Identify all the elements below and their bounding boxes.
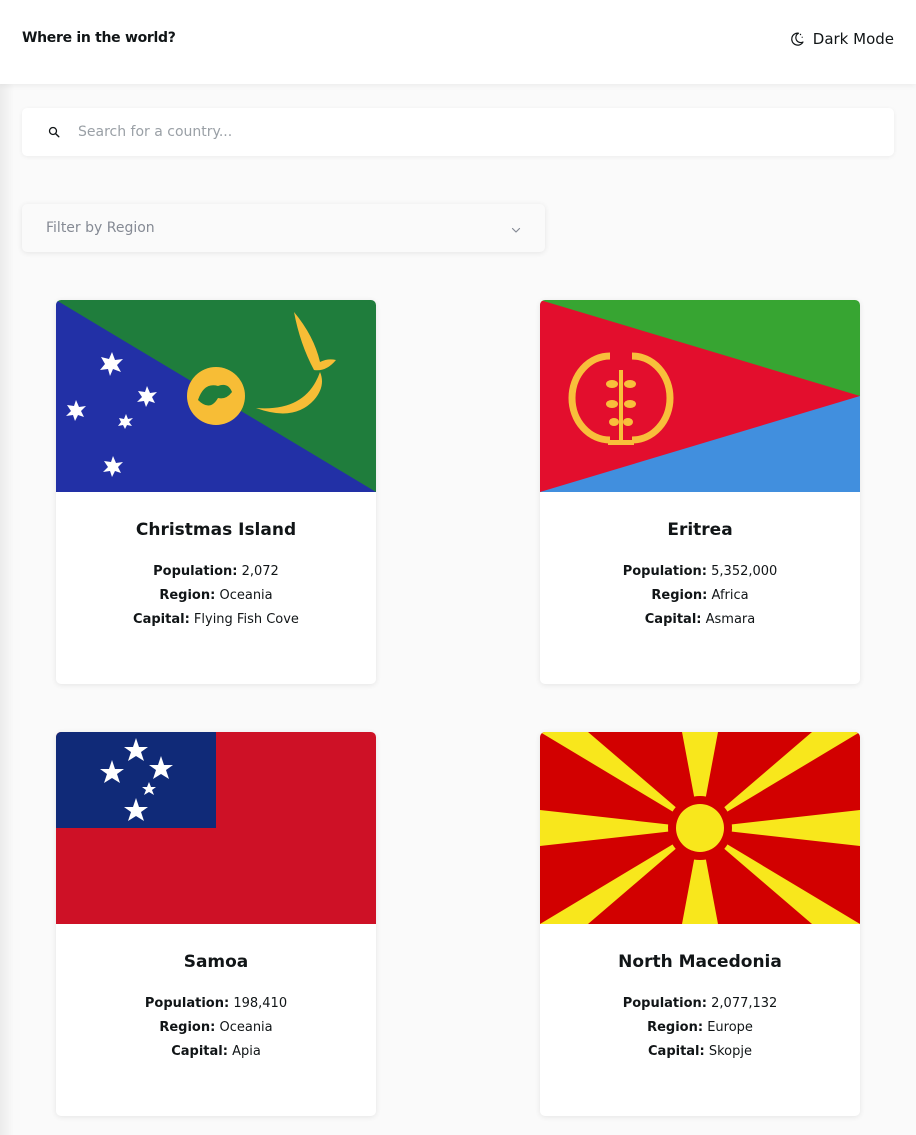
search-icon xyxy=(48,125,62,139)
country-details: Population: 5,352,000 Region: Africa Cap… xyxy=(540,560,860,632)
region-row: Region: Oceania xyxy=(56,1016,376,1040)
moon-icon xyxy=(789,31,805,47)
population-value: 5,352,000 xyxy=(711,564,778,579)
capital-row: Capital: Flying Fish Cove xyxy=(56,608,376,632)
country-details: Population: 198,410 Region: Oceania Capi… xyxy=(56,992,376,1064)
region-filter-dropdown[interactable]: Filter by Region xyxy=(22,204,545,252)
population-row: Population: 2,077,132 xyxy=(540,992,860,1016)
country-name: Christmas Island xyxy=(135,520,297,540)
search-bar[interactable] xyxy=(22,108,894,156)
country-card[interactable]: Christmas Island Population: 2,072 Regio… xyxy=(56,300,376,684)
region-label: Region: xyxy=(651,588,708,603)
region-value: Europe xyxy=(707,1020,753,1035)
chevron-down-icon xyxy=(511,219,521,238)
christmas-island-flag xyxy=(56,300,376,492)
country-details: Population: 2,072 Region: Oceania Capita… xyxy=(56,560,376,632)
region-value: Oceania xyxy=(219,588,273,603)
app-header: Where in the world? Dark Mode xyxy=(0,0,916,84)
population-label: Population: xyxy=(153,564,238,579)
population-value: 198,410 xyxy=(233,996,288,1011)
capital-row: Capital: Skopje xyxy=(540,1040,860,1064)
samoa-flag xyxy=(56,732,376,924)
page-title: Where in the world? xyxy=(22,30,176,46)
region-filter-label: Filter by Region xyxy=(46,220,155,236)
country-name: Eritrea xyxy=(667,520,733,540)
search-input[interactable] xyxy=(78,112,838,152)
population-label: Population: xyxy=(622,996,707,1011)
population-value: 2,072 xyxy=(241,564,279,579)
capital-label: Capital: xyxy=(133,612,190,627)
capital-value: Asmara xyxy=(705,612,756,627)
country-card[interactable]: North Macedonia Population: 2,077,132 Re… xyxy=(540,732,860,1116)
capital-row: Capital: Apia xyxy=(56,1040,376,1064)
country-card[interactable]: Eritrea Population: 5,352,000 Region: Af… xyxy=(540,300,860,684)
population-row: Population: 2,072 xyxy=(56,560,376,584)
capital-value: Skopje xyxy=(708,1044,752,1059)
capital-label: Capital: xyxy=(648,1044,705,1059)
capital-value: Apia xyxy=(232,1044,261,1059)
region-row: Region: Europe xyxy=(540,1016,860,1040)
capital-value: Flying Fish Cove xyxy=(193,612,299,627)
capital-row: Capital: Asmara xyxy=(540,608,860,632)
region-row: Region: Oceania xyxy=(56,584,376,608)
page-edge-shadow xyxy=(0,84,14,1135)
region-value: Africa xyxy=(711,588,749,603)
population-value: 2,077,132 xyxy=(711,996,778,1011)
population-row: Population: 5,352,000 xyxy=(540,560,860,584)
country-card[interactable]: Samoa Population: 198,410 Region: Oceani… xyxy=(56,732,376,1116)
country-name: Samoa xyxy=(183,952,249,972)
region-row: Region: Africa xyxy=(540,584,860,608)
population-row: Population: 198,410 xyxy=(56,992,376,1016)
region-label: Region: xyxy=(159,1020,216,1035)
population-label: Population: xyxy=(622,564,707,579)
dark-mode-label: Dark Mode xyxy=(812,30,894,48)
region-value: Oceania xyxy=(219,1020,273,1035)
region-label: Region: xyxy=(159,588,216,603)
country-details: Population: 2,077,132 Region: Europe Cap… xyxy=(540,992,860,1064)
population-label: Population: xyxy=(144,996,230,1011)
eritrea-flag xyxy=(540,300,860,492)
country-name: North Macedonia xyxy=(618,952,782,972)
dark-mode-toggle[interactable]: Dark Mode xyxy=(789,30,894,48)
region-label: Region: xyxy=(647,1020,704,1035)
north-macedonia-flag xyxy=(540,732,860,924)
capital-label: Capital: xyxy=(171,1044,228,1059)
capital-label: Capital: xyxy=(644,612,702,627)
